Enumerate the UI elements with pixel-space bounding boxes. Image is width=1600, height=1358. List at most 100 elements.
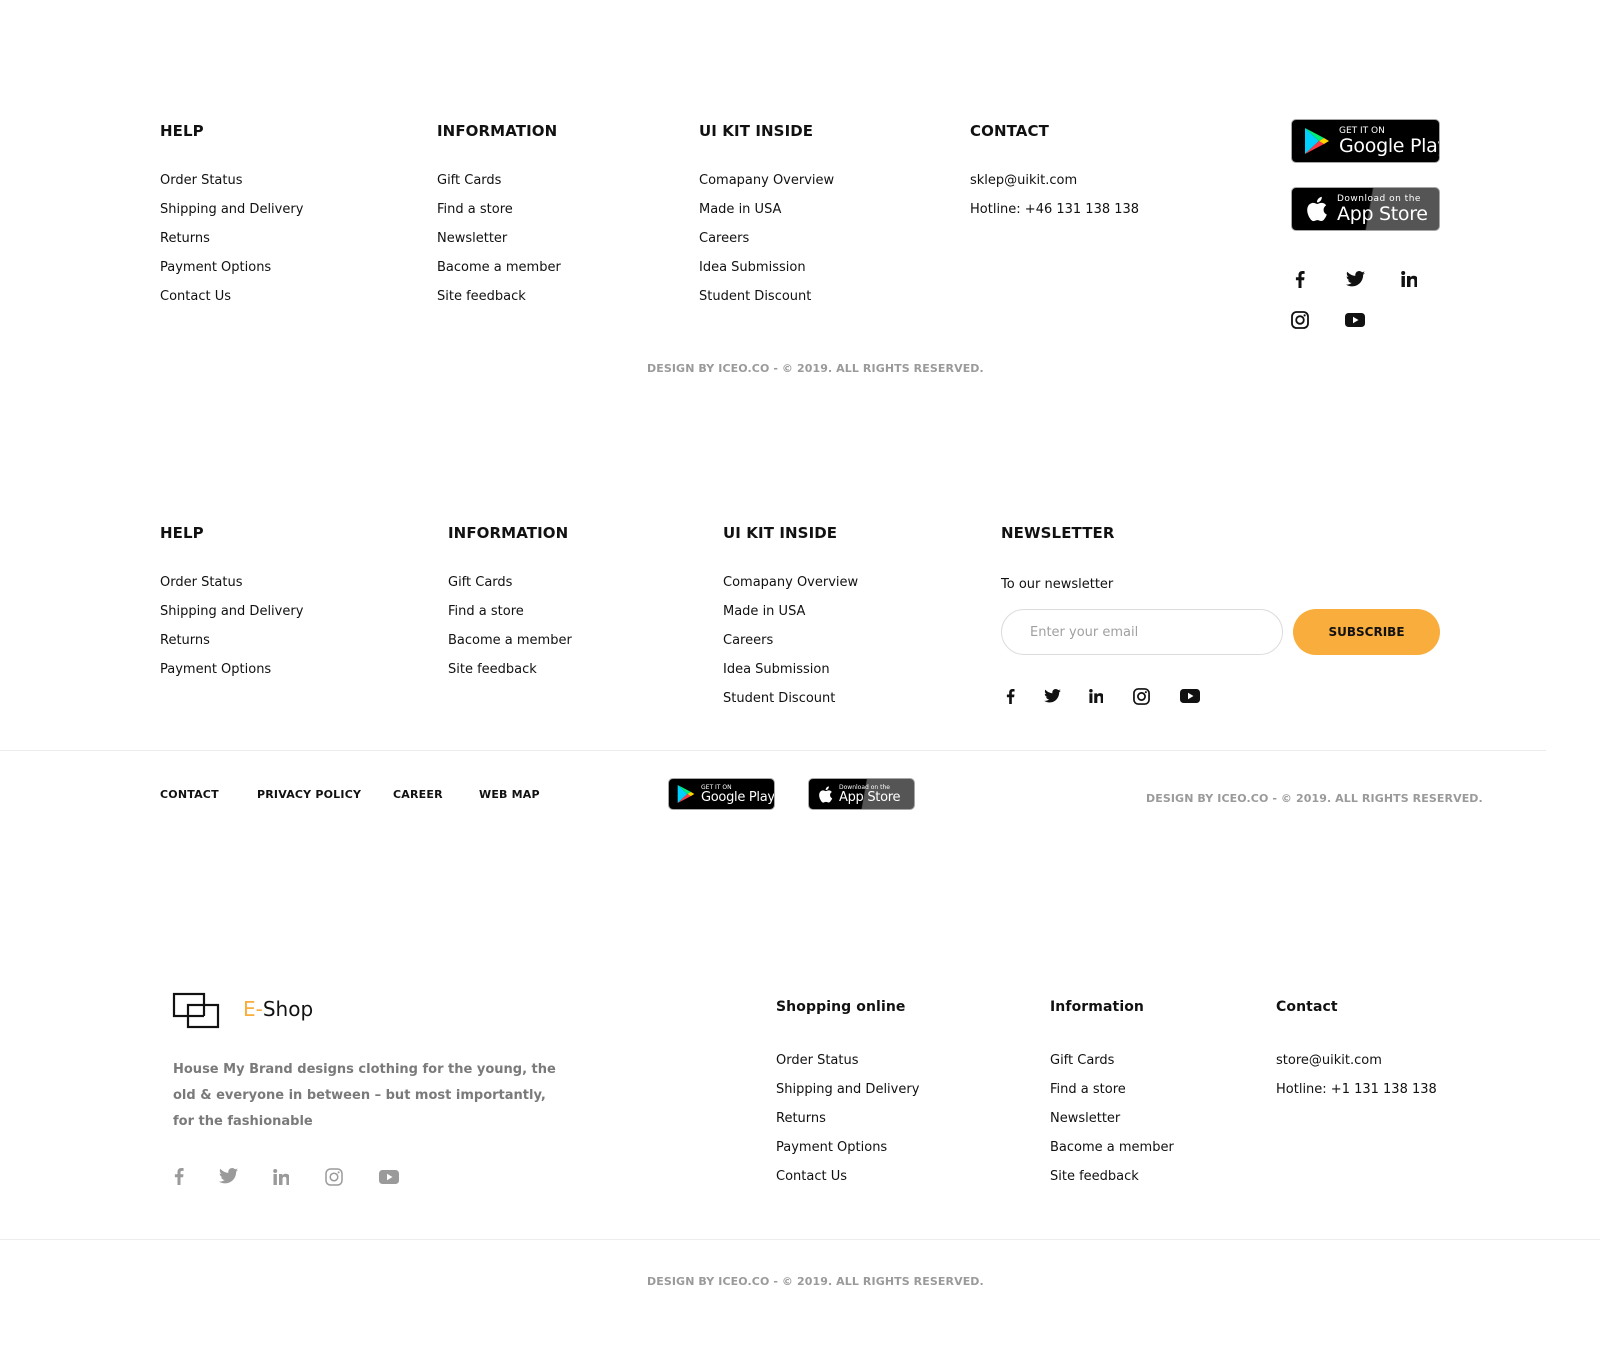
bottom-link-career[interactable]: CAREER — [393, 788, 443, 801]
linkedin-icon[interactable] — [1400, 270, 1418, 288]
footer-link[interactable]: Order Status — [160, 166, 303, 195]
footer-link[interactable]: Comapany Overview — [699, 166, 834, 195]
information-links: Gift Cards Find a store Newsletter Bacome a… — [1050, 1046, 1174, 1191]
contact-email[interactable]: sklep@uikit.com — [970, 166, 1077, 195]
brand-prefix: E- — [243, 997, 263, 1021]
footer-link[interactable]: Site feedback — [448, 655, 572, 684]
footer-link[interactable]: Comapany Overview — [723, 568, 858, 597]
footer-link[interactable]: Payment Options — [160, 253, 303, 282]
youtube-icon[interactable] — [1180, 688, 1200, 704]
information-heading: INFORMATION — [448, 524, 569, 542]
twitter-icon[interactable] — [218, 1168, 238, 1184]
information-links: Gift Cards Find a store Newsletter Bacome a… — [437, 166, 561, 311]
help-links: Order Status Shipping and Delivery Returns… — [160, 166, 303, 311]
facebook-icon[interactable] — [171, 1167, 187, 1185]
brand-description: House My Brand designs clothing for the … — [173, 1062, 556, 1129]
footer-link[interactable]: Order Status — [776, 1046, 919, 1075]
information-links: Gift Cards Find a store Bacome a member Sit… — [448, 568, 572, 684]
newsletter-heading: NEWSLETTER — [1001, 524, 1115, 542]
footer-link[interactable]: Find a store — [448, 597, 572, 626]
footer-link[interactable]: Newsletter — [437, 224, 561, 253]
apple-icon — [1304, 195, 1328, 223]
brand-suffix: Shop — [262, 997, 314, 1021]
eshop-logo-icon — [172, 992, 220, 1030]
facebook-icon[interactable] — [1002, 688, 1018, 704]
footer-link[interactable]: Careers — [699, 224, 834, 253]
linkedin-icon[interactable] — [1088, 688, 1104, 704]
facebook-icon[interactable] — [1291, 270, 1309, 288]
footer-link[interactable]: Idea Submission — [723, 655, 858, 684]
footer-link[interactable]: Find a store — [437, 195, 561, 224]
footer-link[interactable]: Site feedback — [437, 282, 561, 311]
subscribe-button[interactable]: SUBSCRIBE — [1293, 609, 1440, 655]
linkedin-icon[interactable] — [272, 1168, 290, 1185]
footer-link[interactable]: Find a store — [1050, 1075, 1174, 1104]
footer-link[interactable]: Gift Cards — [1050, 1046, 1174, 1075]
bottom-link-contact[interactable]: CONTACT — [160, 788, 219, 801]
google-play-icon — [677, 784, 695, 804]
google-play-badge[interactable]: GET IT ON Google Play — [1291, 119, 1440, 163]
youtube-icon[interactable] — [378, 1169, 399, 1184]
app-store-badge[interactable]: Download on the App Store — [1291, 187, 1440, 231]
footer-link[interactable]: Contact Us — [160, 282, 303, 311]
twitter-icon[interactable] — [1345, 270, 1365, 288]
footer-link[interactable]: Gift Cards — [448, 568, 572, 597]
footer-link[interactable]: Bacome a member — [437, 253, 561, 282]
contact-heading: Contact — [1276, 999, 1338, 1015]
google-play-big-text: Google Play — [701, 789, 775, 805]
newsletter-email-input[interactable] — [1001, 609, 1283, 655]
footer-link[interactable]: Idea Submission — [699, 253, 834, 282]
apple-icon — [817, 785, 833, 804]
app-store-badge[interactable]: Download on the App Store — [808, 778, 915, 810]
instagram-icon[interactable] — [1132, 687, 1150, 705]
copyright-text: DESIGN BY ICEO.CO - © 2019. ALL RIGHTS R… — [647, 362, 984, 375]
information-heading: INFORMATION — [437, 122, 558, 140]
app-store-big-text: App Store — [839, 789, 901, 805]
footer-link[interactable]: Made in USA — [723, 597, 858, 626]
footer-link[interactable]: Returns — [160, 626, 303, 655]
help-heading: HELP — [160, 122, 204, 140]
footer-link[interactable]: Student Discount — [723, 684, 858, 713]
footer-link[interactable]: Shipping and Delivery — [160, 597, 303, 626]
footer-link[interactable]: Order Status — [160, 568, 303, 597]
section-divider — [0, 750, 1546, 751]
google-play-icon — [1304, 127, 1330, 155]
footer-link[interactable]: Contact Us — [776, 1162, 919, 1191]
bottom-link-privacy-policy[interactable]: PRIVACY POLICY — [257, 788, 361, 801]
footer-link[interactable]: Made in USA — [699, 195, 834, 224]
footer-link[interactable]: Student Discount — [699, 282, 834, 311]
shopping-online-links: Order Status Shipping and Delivery Returns… — [776, 1046, 919, 1191]
footer-link[interactable]: Newsletter — [1050, 1104, 1174, 1133]
footer-link[interactable]: Careers — [723, 626, 858, 655]
footer-link[interactable]: Payment Options — [160, 655, 303, 684]
newsletter-subtitle: To our newsletter — [1001, 577, 1114, 592]
section-divider — [0, 1239, 1600, 1240]
google-play-big-text: Google Play — [1339, 135, 1440, 157]
help-links: Order Status Shipping and Delivery Returns… — [160, 568, 303, 684]
footer-link[interactable]: Bacome a member — [448, 626, 572, 655]
contact-heading: CONTACT — [970, 122, 1049, 140]
uikit-links: Comapany Overview Made in USA Careers Idea … — [699, 166, 834, 311]
footer-link[interactable]: Shipping and Delivery — [160, 195, 303, 224]
copyright-text: DESIGN BY ICEO.CO - © 2019. ALL RIGHTS R… — [1146, 792, 1483, 805]
app-store-big-text: App Store — [1337, 203, 1428, 225]
footer-link[interactable]: Site feedback — [1050, 1162, 1174, 1191]
footer-link[interactable]: Bacome a member — [1050, 1133, 1174, 1162]
footer-link[interactable]: Returns — [160, 224, 303, 253]
shopping-online-heading: Shopping online — [776, 999, 906, 1015]
footer-link[interactable]: Payment Options — [776, 1133, 919, 1162]
copyright-text: DESIGN BY ICEO.CO - © 2019. ALL RIGHTS R… — [647, 1275, 984, 1288]
contact-email[interactable]: store@uikit.com — [1276, 1046, 1382, 1075]
google-play-badge[interactable]: GET IT ON Google Play — [668, 778, 775, 810]
instagram-icon[interactable] — [324, 1167, 343, 1186]
uikit-heading: UI KIT INSIDE — [723, 524, 838, 542]
youtube-icon[interactable] — [1345, 312, 1365, 328]
instagram-icon[interactable] — [1291, 311, 1309, 329]
twitter-icon[interactable] — [1043, 688, 1061, 704]
footer-link[interactable]: Returns — [776, 1104, 919, 1133]
bottom-link-web-map[interactable]: WEB MAP — [479, 788, 540, 801]
help-heading: HELP — [160, 524, 204, 542]
footer-link[interactable]: Gift Cards — [437, 166, 561, 195]
brand-name[interactable]: E-Shop — [243, 997, 313, 1021]
footer-link[interactable]: Shipping and Delivery — [776, 1075, 919, 1104]
